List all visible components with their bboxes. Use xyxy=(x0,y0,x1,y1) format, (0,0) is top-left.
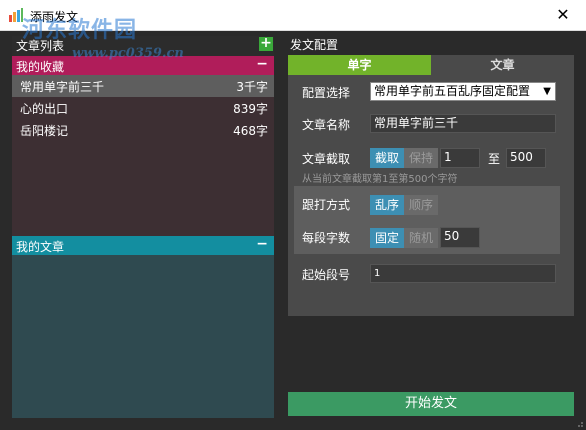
shuffle-settings-box: 跟打方式 乱序 顺序 每段字数 固定 随机 50 xyxy=(294,186,560,254)
list-item-name: 岳阳楼记 xyxy=(20,124,69,138)
per-segment-label: 每段字数 xyxy=(302,231,351,245)
cut-to-label: 至 xyxy=(488,152,501,166)
shuffle-random-button[interactable]: 乱序 xyxy=(370,195,404,215)
list-item[interactable]: 岳阳楼记 468字 xyxy=(12,119,274,141)
list-item-count: 468字 xyxy=(233,124,268,138)
cut-on-button[interactable]: 截取 xyxy=(370,148,404,168)
config-panel: 发文配置 单字 文章 配置选择 常用单字前五百乱序固定配置 ▼ 文章名称 常用单… xyxy=(288,36,574,316)
my-articles-group-header[interactable]: 我的文章 − xyxy=(12,236,274,255)
config-select-value: 常用单字前五百乱序固定配置 xyxy=(374,84,531,98)
my-articles-collapse-icon[interactable]: − xyxy=(256,236,268,252)
config-form: 配置选择 常用单字前五百乱序固定配置 ▼ 文章名称 常用单字前三千 文章截取 截… xyxy=(288,75,574,316)
resize-grip-icon[interactable] xyxy=(574,418,584,428)
my-articles-list xyxy=(12,255,274,418)
my-articles-label: 我的文章 xyxy=(16,240,65,254)
favorites-label: 我的收藏 xyxy=(16,60,65,74)
list-item[interactable]: 常用单字前三千 3千字 xyxy=(12,75,274,97)
list-item-name: 心的出口 xyxy=(20,102,69,116)
cut-to-field[interactable]: 500 xyxy=(506,148,546,168)
start-button[interactable]: 开始发文 xyxy=(288,392,574,416)
chevron-down-icon: ▼ xyxy=(543,86,551,97)
add-article-button[interactable]: + xyxy=(259,36,273,51)
config-select[interactable]: 常用单字前五百乱序固定配置 ▼ xyxy=(370,82,556,101)
config-tabs: 单字 文章 xyxy=(288,55,574,75)
per-segment-random-button[interactable]: 随机 xyxy=(404,228,438,248)
list-item-name: 常用单字前三千 xyxy=(20,80,105,94)
article-name-field[interactable]: 常用单字前三千 xyxy=(370,114,556,133)
shuffle-label: 跟打方式 xyxy=(302,198,351,212)
list-item[interactable]: 心的出口 839字 xyxy=(12,97,274,119)
config-select-label: 配置选择 xyxy=(302,86,351,100)
start-segment-label: 起始段号 xyxy=(302,268,351,282)
tab-single-char[interactable]: 单字 xyxy=(288,55,431,75)
article-list-panel: 文章列表 + 我的收藏 − 常用单字前三千 3千字 心的出口 839字 岳阳楼记… xyxy=(12,36,274,418)
cut-from-field[interactable]: 1 xyxy=(440,148,480,168)
cut-hint: 从当前文章截取第1至第500个字符 xyxy=(302,174,458,185)
start-segment-field[interactable]: 1 xyxy=(370,264,556,283)
cut-label: 文章截取 xyxy=(302,152,351,166)
config-title: 发文配置 xyxy=(290,38,339,52)
per-segment-field[interactable]: 50 xyxy=(440,227,480,248)
list-item-count: 3千字 xyxy=(236,80,268,94)
cut-keep-button[interactable]: 保持 xyxy=(404,148,438,168)
favorites-collapse-icon[interactable]: − xyxy=(256,56,268,72)
watermark-url: www.pc0359.cn xyxy=(72,46,184,61)
article-name-label: 文章名称 xyxy=(302,118,351,132)
watermark-text: 河东软件园 xyxy=(22,17,138,43)
tab-article[interactable]: 文章 xyxy=(431,55,574,75)
close-button[interactable]: ✕ xyxy=(540,0,586,31)
list-item-count: 839字 xyxy=(233,102,268,116)
shuffle-sequential-button[interactable]: 顺序 xyxy=(404,195,438,215)
per-segment-fixed-button[interactable]: 固定 xyxy=(370,228,404,248)
